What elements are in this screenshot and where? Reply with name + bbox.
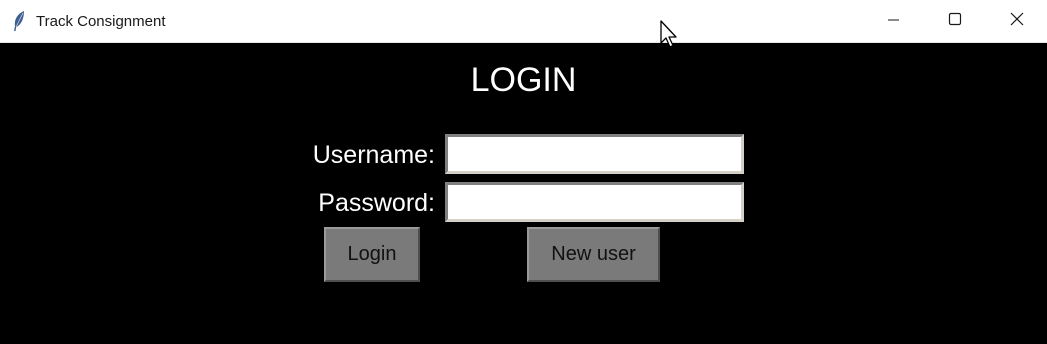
close-button[interactable] [994,0,1040,43]
minimize-icon [888,13,900,31]
title-bar[interactable]: Track Consignment [0,0,1047,43]
login-heading: LOGIN [470,61,577,99]
app-window: Track Consignment LOGIN Username: Passwo… [0,0,1047,344]
maximize-button[interactable] [932,0,978,43]
minimize-button[interactable] [871,0,917,43]
password-label: Password: [318,189,435,217]
mouse-cursor-icon [660,20,680,50]
window-title: Track Consignment [36,13,166,30]
feather-icon [11,10,27,32]
new-user-button[interactable]: New user [527,227,660,282]
close-icon [1010,12,1024,31]
login-button[interactable]: Login [324,227,420,282]
password-input[interactable] [445,182,744,222]
maximize-icon [948,12,962,31]
username-input[interactable] [445,134,744,174]
username-label: Username: [312,141,435,169]
